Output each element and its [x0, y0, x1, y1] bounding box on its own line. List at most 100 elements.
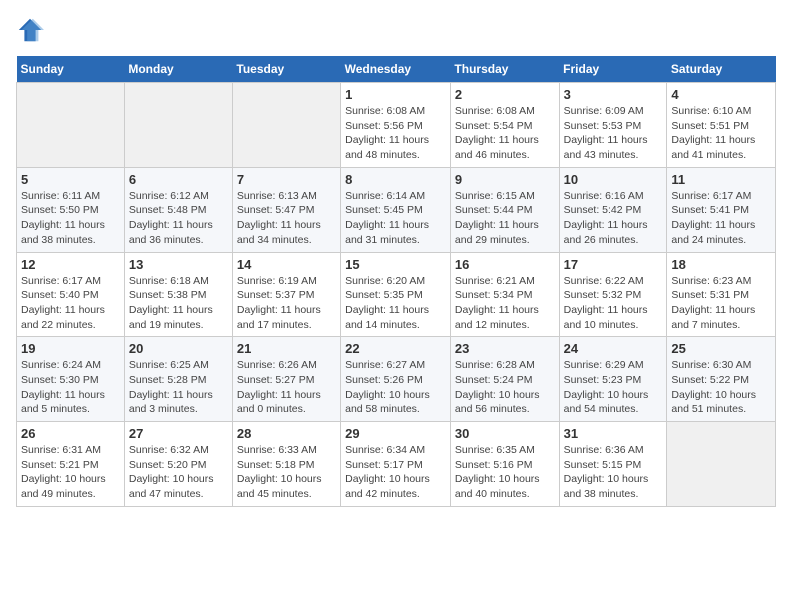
calendar-cell: 24 Sunrise: 6:29 AM Sunset: 5:23 PM Dayli…	[559, 337, 667, 422]
calendar-cell: 3 Sunrise: 6:09 AM Sunset: 5:53 PM Daylig…	[559, 83, 667, 168]
day-info: Sunrise: 6:32 AM Sunset: 5:20 PM Dayligh…	[129, 443, 228, 502]
day-number: 6	[129, 172, 228, 187]
day-number: 26	[21, 426, 120, 441]
day-info: Sunrise: 6:22 AM Sunset: 5:32 PM Dayligh…	[564, 274, 663, 333]
calendar-cell: 2 Sunrise: 6:08 AM Sunset: 5:54 PM Daylig…	[450, 83, 559, 168]
day-number: 27	[129, 426, 228, 441]
logo-icon	[16, 16, 44, 44]
calendar-cell: 10 Sunrise: 6:16 AM Sunset: 5:42 PM Dayli…	[559, 167, 667, 252]
day-number: 10	[564, 172, 663, 187]
weekday-header-thursday: Thursday	[450, 56, 559, 83]
calendar-cell: 6 Sunrise: 6:12 AM Sunset: 5:48 PM Daylig…	[124, 167, 232, 252]
day-number: 9	[455, 172, 555, 187]
calendar-cell: 8 Sunrise: 6:14 AM Sunset: 5:45 PM Daylig…	[341, 167, 451, 252]
day-number: 28	[237, 426, 336, 441]
calendar-cell: 18Sunrise: 6:23 AM Sunset: 5:31 PM Dayli…	[667, 252, 776, 337]
calendar-cell: 1 Sunrise: 6:08 AM Sunset: 5:56 PM Daylig…	[341, 83, 451, 168]
day-number: 13	[129, 257, 228, 272]
calendar-cell: 12Sunrise: 6:17 AM Sunset: 5:40 PM Dayli…	[17, 252, 125, 337]
day-number: 24	[564, 341, 663, 356]
day-info: Sunrise: 6:20 AM Sunset: 5:35 PM Dayligh…	[345, 274, 446, 333]
calendar-cell: 16Sunrise: 6:21 AM Sunset: 5:34 PM Dayli…	[450, 252, 559, 337]
day-info: Sunrise: 6:12 AM Sunset: 5:48 PM Dayligh…	[129, 189, 228, 248]
day-info: Sunrise: 6:24 AM Sunset: 5:30 PM Dayligh…	[21, 358, 120, 417]
calendar-header: SundayMondayTuesdayWednesdayThursdayFrid…	[17, 56, 776, 83]
day-info: Sunrise: 6:29 AM Sunset: 5:23 PM Dayligh…	[564, 358, 663, 417]
calendar-cell	[17, 83, 125, 168]
day-info: Sunrise: 6:15 AM Sunset: 5:44 PM Dayligh…	[455, 189, 555, 248]
calendar-cell: 17 Sunrise: 6:22 AM Sunset: 5:32 PM Dayli…	[559, 252, 667, 337]
day-number: 17	[564, 257, 663, 272]
day-info: Sunrise: 6:09 AM Sunset: 5:53 PM Dayligh…	[564, 104, 663, 163]
day-number: 1	[345, 87, 446, 102]
day-info: Sunrise: 6:13 AM Sunset: 5:47 PM Dayligh…	[237, 189, 336, 248]
day-info: Sunrise: 6:31 AM Sunset: 5:21 PM Dayligh…	[21, 443, 120, 502]
day-info: Sunrise: 6:11 AM Sunset: 5:50 PM Dayligh…	[21, 189, 120, 248]
day-number: 7	[237, 172, 336, 187]
week-row-1: 5 Sunrise: 6:11 AM Sunset: 5:50 PM Daylig…	[17, 167, 776, 252]
calendar-cell: 14 Sunrise: 6:19 AM Sunset: 5:37 PM Dayli…	[232, 252, 340, 337]
day-info: Sunrise: 6:36 AM Sunset: 5:15 PM Dayligh…	[564, 443, 663, 502]
day-info: Sunrise: 6:19 AM Sunset: 5:37 PM Dayligh…	[237, 274, 336, 333]
weekday-row: SundayMondayTuesdayWednesdayThursdayFrid…	[17, 56, 776, 83]
calendar-cell: 23 Sunrise: 6:28 AM Sunset: 5:24 PM Dayli…	[450, 337, 559, 422]
calendar-cell: 30Sunrise: 6:35 AM Sunset: 5:16 PM Dayli…	[450, 422, 559, 507]
calendar-cell: 5 Sunrise: 6:11 AM Sunset: 5:50 PM Daylig…	[17, 167, 125, 252]
day-info: Sunrise: 6:30 AM Sunset: 5:22 PM Dayligh…	[671, 358, 771, 417]
calendar-cell: 26 Sunrise: 6:31 AM Sunset: 5:21 PM Dayli…	[17, 422, 125, 507]
weekday-header-wednesday: Wednesday	[341, 56, 451, 83]
day-info: Sunrise: 6:25 AM Sunset: 5:28 PM Dayligh…	[129, 358, 228, 417]
day-info: Sunrise: 6:27 AM Sunset: 5:26 PM Dayligh…	[345, 358, 446, 417]
week-row-3: 19 Sunrise: 6:24 AM Sunset: 5:30 PM Dayli…	[17, 337, 776, 422]
calendar-cell: 19 Sunrise: 6:24 AM Sunset: 5:30 PM Dayli…	[17, 337, 125, 422]
logo	[16, 16, 48, 44]
day-number: 11	[671, 172, 771, 187]
day-info: Sunrise: 6:33 AM Sunset: 5:18 PM Dayligh…	[237, 443, 336, 502]
day-number: 3	[564, 87, 663, 102]
calendar-cell: 11Sunrise: 6:17 AM Sunset: 5:41 PM Dayli…	[667, 167, 776, 252]
calendar-cell: 4 Sunrise: 6:10 AM Sunset: 5:51 PM Daylig…	[667, 83, 776, 168]
week-row-0: 1 Sunrise: 6:08 AM Sunset: 5:56 PM Daylig…	[17, 83, 776, 168]
day-number: 2	[455, 87, 555, 102]
calendar-cell: 7 Sunrise: 6:13 AM Sunset: 5:47 PM Daylig…	[232, 167, 340, 252]
day-number: 14	[237, 257, 336, 272]
day-number: 22	[345, 341, 446, 356]
calendar-cell: 25Sunrise: 6:30 AM Sunset: 5:22 PM Dayli…	[667, 337, 776, 422]
calendar-cell: 20 Sunrise: 6:25 AM Sunset: 5:28 PM Dayli…	[124, 337, 232, 422]
day-info: Sunrise: 6:26 AM Sunset: 5:27 PM Dayligh…	[237, 358, 336, 417]
day-number: 15	[345, 257, 446, 272]
weekday-header-tuesday: Tuesday	[232, 56, 340, 83]
day-number: 20	[129, 341, 228, 356]
day-info: Sunrise: 6:28 AM Sunset: 5:24 PM Dayligh…	[455, 358, 555, 417]
calendar-cell: 27 Sunrise: 6:32 AM Sunset: 5:20 PM Dayli…	[124, 422, 232, 507]
day-number: 8	[345, 172, 446, 187]
week-row-4: 26 Sunrise: 6:31 AM Sunset: 5:21 PM Dayli…	[17, 422, 776, 507]
weekday-header-monday: Monday	[124, 56, 232, 83]
calendar-cell: 28 Sunrise: 6:33 AM Sunset: 5:18 PM Dayli…	[232, 422, 340, 507]
week-row-2: 12Sunrise: 6:17 AM Sunset: 5:40 PM Dayli…	[17, 252, 776, 337]
day-number: 4	[671, 87, 771, 102]
day-number: 5	[21, 172, 120, 187]
day-info: Sunrise: 6:23 AM Sunset: 5:31 PM Dayligh…	[671, 274, 771, 333]
weekday-header-friday: Friday	[559, 56, 667, 83]
day-number: 23	[455, 341, 555, 356]
calendar-cell: 13 Sunrise: 6:18 AM Sunset: 5:38 PM Dayli…	[124, 252, 232, 337]
day-info: Sunrise: 6:10 AM Sunset: 5:51 PM Dayligh…	[671, 104, 771, 163]
day-info: Sunrise: 6:08 AM Sunset: 5:56 PM Dayligh…	[345, 104, 446, 163]
day-info: Sunrise: 6:17 AM Sunset: 5:40 PM Dayligh…	[21, 274, 120, 333]
calendar-cell	[667, 422, 776, 507]
day-info: Sunrise: 6:18 AM Sunset: 5:38 PM Dayligh…	[129, 274, 228, 333]
day-number: 19	[21, 341, 120, 356]
day-info: Sunrise: 6:21 AM Sunset: 5:34 PM Dayligh…	[455, 274, 555, 333]
day-number: 29	[345, 426, 446, 441]
calendar-cell: 29 Sunrise: 6:34 AM Sunset: 5:17 PM Dayli…	[341, 422, 451, 507]
day-number: 30	[455, 426, 555, 441]
page-header	[16, 16, 776, 44]
day-info: Sunrise: 6:34 AM Sunset: 5:17 PM Dayligh…	[345, 443, 446, 502]
calendar-cell: 31Sunrise: 6:36 AM Sunset: 5:15 PM Dayli…	[559, 422, 667, 507]
day-info: Sunrise: 6:14 AM Sunset: 5:45 PM Dayligh…	[345, 189, 446, 248]
day-info: Sunrise: 6:16 AM Sunset: 5:42 PM Dayligh…	[564, 189, 663, 248]
calendar-table: SundayMondayTuesdayWednesdayThursdayFrid…	[16, 56, 776, 507]
day-info: Sunrise: 6:08 AM Sunset: 5:54 PM Dayligh…	[455, 104, 555, 163]
weekday-header-sunday: Sunday	[17, 56, 125, 83]
